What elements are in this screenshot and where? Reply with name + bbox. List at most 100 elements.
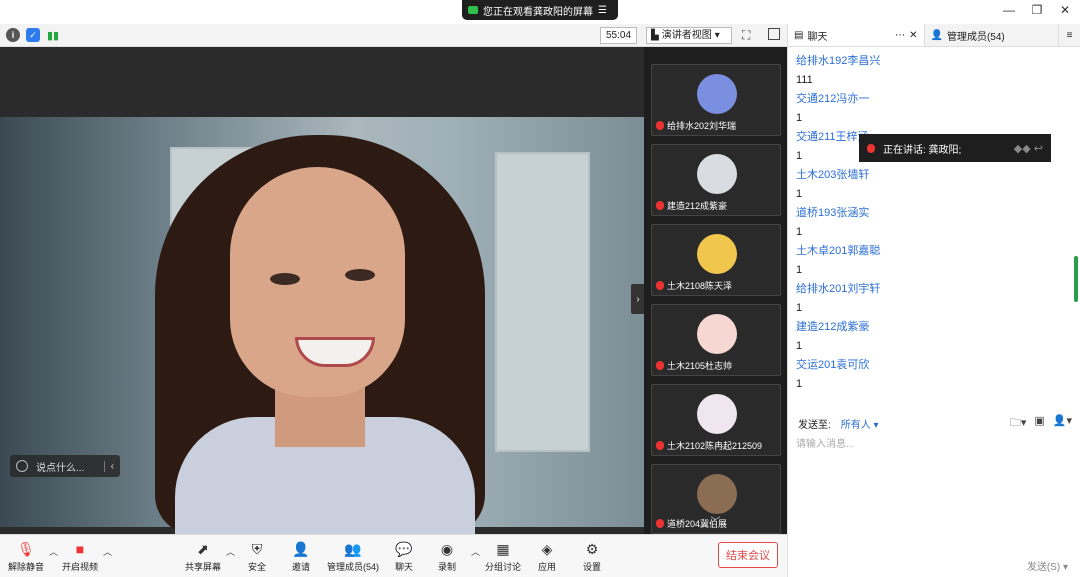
participant-gallery: ︿ 给排水202刘华瑞 建造212成紫豪 土木2108陈天泽 土木2105杜志帅… xyxy=(644,47,787,534)
participant-name: 土木2108陈天泽 xyxy=(667,281,733,291)
user-settings-icon[interactable]: 👤▾ xyxy=(1053,414,1072,433)
avatar xyxy=(697,234,737,274)
chat-scrollbar[interactable] xyxy=(1074,256,1078,302)
participant-name: 土木2105杜志帅 xyxy=(667,361,733,371)
shield-icon[interactable]: ✓ xyxy=(26,28,40,42)
muted-mic-icon xyxy=(656,361,664,370)
members-icon: 👥 xyxy=(344,540,362,557)
share-screen-button[interactable]: ⬈ 共享屏幕 xyxy=(185,541,221,573)
message-text: 1 xyxy=(796,264,803,276)
chat-panel: ▤ 聊天 ⋯ ✕ 👤 管理成员(54) ≡ 给排水192李昌兴 111 交通21… xyxy=(787,24,1080,577)
invite-button[interactable]: 👤 邀请 xyxy=(292,541,310,573)
send-to-select[interactable]: 所有人 ▾ xyxy=(841,416,879,431)
meeting-toolbar: i ✓ ▮▮ 55:04 ▙ 演讲者视图 ▾ ⛶ xyxy=(0,24,787,47)
send-to-value: 所有人 xyxy=(840,420,871,431)
chevron-up-icon[interactable]: ︿ xyxy=(226,545,235,558)
chevron-up-icon[interactable]: ︿ xyxy=(103,545,112,558)
participant-name: 土木2102陈冉起212509 xyxy=(667,441,763,451)
save-chat-icon[interactable]: ▣ xyxy=(1034,414,1044,433)
menu-icon[interactable]: ☰ xyxy=(598,5,607,16)
message-sender: 交运201袁可欣 xyxy=(796,359,870,371)
sidebar-toggle-icon[interactable] xyxy=(768,28,780,40)
view-label: 演讲者视图 xyxy=(661,30,712,41)
chevron-left-icon[interactable]: ‹ xyxy=(103,460,114,472)
view-selector[interactable]: ▙ 演讲者视图 ▾ xyxy=(646,27,732,44)
shield-icon: ⛨ xyxy=(251,540,263,557)
close-icon[interactable]: ✕ xyxy=(909,30,917,41)
apps-label: 应用 xyxy=(538,562,557,572)
message-text: 1 xyxy=(796,340,803,352)
breakout-label: 分组讨论 xyxy=(485,562,522,572)
chat-messages: 给排水192李昌兴 111 交通212冯亦一 1 交通211王梓涵 1 土木20… xyxy=(796,52,1066,394)
settings-label: 设置 xyxy=(583,562,602,572)
message-sender: 交通212冯亦一 xyxy=(796,93,870,105)
avatar xyxy=(697,394,737,434)
participant-tile[interactable]: 土木2102陈冉起212509 xyxy=(651,384,781,456)
participant-tile[interactable]: 土木2108陈天泽 xyxy=(651,224,781,296)
reply-icon[interactable]: ◆◆ ↩ xyxy=(1014,142,1043,155)
restore-icon[interactable]: ❐ xyxy=(1030,3,1044,17)
info-icon[interactable]: i xyxy=(6,28,20,42)
muted-mic-icon xyxy=(656,441,664,450)
apps-button[interactable]: ◈ 应用 xyxy=(538,541,556,573)
screen-share-banner[interactable]: 您正在观看龚政阳的屏幕 ☰ xyxy=(462,0,618,20)
folder-icon[interactable]: 🗀▾ xyxy=(1010,414,1027,433)
tab-chat[interactable]: ▤ 聊天 ⋯ ✕ xyxy=(788,24,924,46)
send-to-label: 发送至: xyxy=(798,420,831,431)
manage-members-button[interactable]: 👥 管理成员(54) xyxy=(327,541,379,573)
chat-icon: 💬 xyxy=(395,540,413,557)
muted-mic-icon xyxy=(656,201,664,210)
chevron-up-icon[interactable]: ︿ xyxy=(471,545,480,558)
send-button[interactable]: 发送(S) ▾ xyxy=(1027,558,1068,573)
avatar xyxy=(697,154,737,194)
chevron-up-icon[interactable]: ︿ xyxy=(49,545,58,558)
panel-menu-icon[interactable]: ≡ xyxy=(1058,24,1080,46)
muted-mic-icon xyxy=(867,143,875,153)
scroll-down-icon[interactable]: ﹀ xyxy=(644,513,787,528)
avatar xyxy=(697,474,737,514)
start-video-button[interactable]: ■ 开启视频 xyxy=(62,541,98,573)
record-button[interactable]: ◉ 录制 xyxy=(438,541,456,573)
breakout-icon: ▦ xyxy=(496,540,510,557)
message-text: 1 xyxy=(796,378,803,390)
fullscreen-icon[interactable]: ⛶ xyxy=(742,28,750,43)
camera-icon xyxy=(468,6,478,14)
send-to-row: 发送至: 所有人 ▾ xyxy=(798,416,879,431)
close-icon[interactable]: ✕ xyxy=(1058,3,1072,17)
unmute-button[interactable]: 🎙 解除静音 xyxy=(8,541,44,573)
settings-button[interactable]: ⚙ 设置 xyxy=(583,541,601,573)
breakout-button[interactable]: ▦ 分组讨论 xyxy=(485,541,521,573)
speaker-eye xyxy=(345,269,375,281)
reaction-placeholder: 说点什么... xyxy=(36,462,85,474)
minimize-icon[interactable]: — xyxy=(1002,3,1016,17)
end-meeting-button[interactable]: 结束会议 xyxy=(718,542,778,568)
background-door xyxy=(495,152,590,452)
message-text: 1 xyxy=(796,112,803,124)
more-icon[interactable]: ⋯ xyxy=(895,30,905,41)
chevron-down-icon: ▾ xyxy=(714,30,720,41)
manage-members-label: 管理成员(54) xyxy=(327,562,380,572)
participant-tile[interactable]: 建造212成紫豪 xyxy=(651,144,781,216)
mic-off-icon: 🎙 xyxy=(17,540,35,557)
chat-button[interactable]: 💬 聊天 xyxy=(395,541,413,573)
participant-tile[interactable]: 土木2105杜志帅 xyxy=(651,304,781,376)
message-sender: 给排水192李昌兴 xyxy=(796,55,881,67)
participant-tile[interactable]: 给排水202刘华瑞 xyxy=(651,64,781,136)
collapse-gallery-button[interactable]: › xyxy=(631,284,644,314)
security-button[interactable]: ⛨ 安全 xyxy=(248,541,266,573)
tab-members[interactable]: 👤 管理成员(54) xyxy=(923,24,1059,46)
reaction-input[interactable]: 说点什么... ‹ xyxy=(10,455,120,477)
share-screen-icon: ⬈ xyxy=(197,540,209,557)
emoji-icon[interactable] xyxy=(16,460,28,472)
message-text: 1 xyxy=(796,188,803,200)
message-text: 1 xyxy=(796,226,803,238)
signal-icon[interactable]: ▮▮ xyxy=(46,28,60,42)
main-video: 说点什么... ‹ › xyxy=(0,47,644,534)
chat-input[interactable] xyxy=(796,434,1071,454)
gear-icon: ⚙ xyxy=(585,540,599,557)
speaker-view-icon: ▙ xyxy=(651,30,659,41)
message-text: 111 xyxy=(796,74,813,86)
tab-members-label: 管理成员(54) xyxy=(946,31,1005,43)
participant-name: 给排水202刘华瑞 xyxy=(667,121,737,131)
speaking-text: 正在讲话: 龚政阳; xyxy=(883,144,962,156)
